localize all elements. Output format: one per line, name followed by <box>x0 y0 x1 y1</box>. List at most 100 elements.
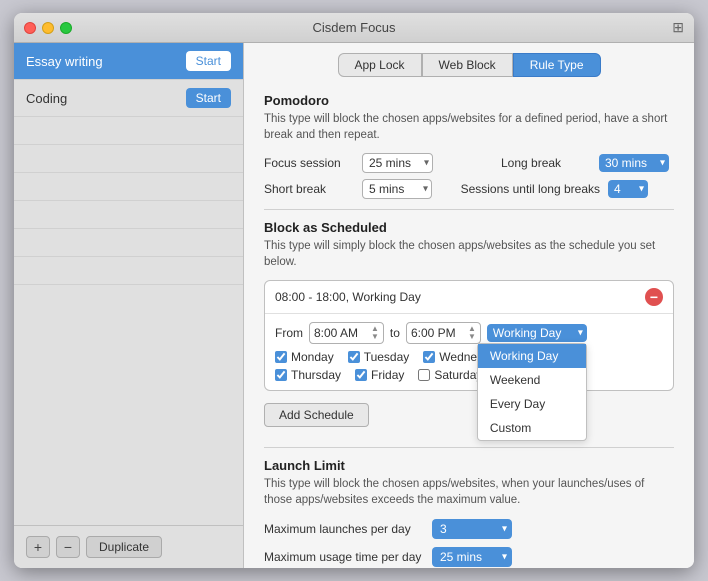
remove-schedule-button[interactable]: − <box>645 288 663 306</box>
saturday-checkbox[interactable] <box>418 369 430 381</box>
sidebar-spacer <box>14 285 243 525</box>
day-type-select-wrapper: Working Day Weekend Every Day Custom <box>487 324 587 342</box>
focus-session-select-wrapper: 25 mins <box>362 153 433 173</box>
day-type-dropdown: Working Day Weekend Every Day Custom <box>477 343 587 441</box>
max-launches-row: Maximum launches per day 3 <box>264 519 674 539</box>
thursday-label: Thursday <box>291 368 341 382</box>
sessions-select-wrapper: 4 <box>608 180 648 198</box>
long-break-label: Long break <box>501 156 591 170</box>
launch-limit-title: Launch Limit <box>264 458 674 473</box>
thursday-checkbox[interactable] <box>275 369 287 381</box>
tab-rule-type[interactable]: Rule Type <box>513 53 601 77</box>
remove-item-button[interactable]: − <box>56 536 80 558</box>
pomodoro-desc: This type will block the chosen apps/web… <box>264 111 674 143</box>
tab-web-block[interactable]: Web Block <box>422 53 513 77</box>
days-row-2: Thursday Friday Saturday <box>275 368 663 382</box>
schedule-block: 08:00 - 18:00, Working Day − From ▲ ▼ <box>264 280 674 391</box>
divider-2 <box>264 447 674 448</box>
right-panel: App Lock Web Block Rule Type Pomodoro Th… <box>244 43 694 568</box>
launch-limit-desc: This type will block the chosen apps/web… <box>264 476 674 508</box>
from-time-down-arrow[interactable]: ▼ <box>371 333 379 341</box>
day-type-dropdown-container: Working Day Weekend Every Day Custom Wor… <box>487 324 587 342</box>
long-break-select[interactable]: 30 mins <box>599 154 669 172</box>
tuesday-checkbox[interactable] <box>348 351 360 363</box>
max-usage-label: Maximum usage time per day <box>264 550 424 564</box>
from-time-wrapper: ▲ ▼ <box>309 322 384 344</box>
to-time-down-arrow[interactable]: ▼ <box>468 333 476 341</box>
short-break-row: Short break 5 mins Sessions until long b… <box>264 179 674 199</box>
day-thursday[interactable]: Thursday <box>275 368 341 382</box>
max-usage-select[interactable]: 25 mins <box>432 547 512 567</box>
to-time-arrows: ▲ ▼ <box>468 325 476 341</box>
from-label: From <box>275 326 303 340</box>
titlebar: Cisdem Focus ⊞ <box>14 13 694 43</box>
sidebar-empty-3 <box>14 173 243 201</box>
long-break-select-wrapper: 30 mins <box>599 154 669 172</box>
sidebar-item-essay[interactable]: Essay writing Start <box>14 43 243 80</box>
sidebar-item-coding[interactable]: Coding Start <box>14 80 243 117</box>
focus-session-label: Focus session <box>264 156 354 170</box>
sidebar-empty-1 <box>14 117 243 145</box>
sidebar: Essay writing Start Coding Start + − Dup… <box>14 43 244 568</box>
sessions-select[interactable]: 4 <box>608 180 648 198</box>
monday-label: Monday <box>291 350 334 364</box>
saturday-label: Saturday <box>434 368 482 382</box>
pomodoro-title: Pomodoro <box>264 93 674 108</box>
max-launches-select[interactable]: 3 <box>432 519 512 539</box>
sidebar-bottom: + − Duplicate <box>14 525 243 568</box>
tuesday-label: Tuesday <box>364 350 410 364</box>
sessions-label: Sessions until long breaks <box>460 182 600 196</box>
short-break-label: Short break <box>264 182 354 196</box>
add-item-button[interactable]: + <box>26 536 50 558</box>
dropdown-option-every-day[interactable]: Every Day <box>478 392 586 416</box>
main-content: Essay writing Start Coding Start + − Dup… <box>14 43 694 568</box>
dropdown-option-weekend[interactable]: Weekend <box>478 368 586 392</box>
monday-checkbox[interactable] <box>275 351 287 363</box>
sidebar-item-coding-label: Coding <box>26 91 67 106</box>
essay-start-button[interactable]: Start <box>186 51 231 71</box>
friday-checkbox[interactable] <box>355 369 367 381</box>
focus-session-select[interactable]: 25 mins <box>362 153 433 173</box>
to-time-input[interactable] <box>411 326 466 340</box>
window-controls <box>24 22 72 34</box>
max-launches-select-wrapper: 3 <box>432 519 512 539</box>
minimize-button[interactable] <box>42 22 54 34</box>
wednesday-checkbox[interactable] <box>423 351 435 363</box>
day-saturday[interactable]: Saturday <box>418 368 482 382</box>
close-button[interactable] <box>24 22 36 34</box>
coding-start-button[interactable]: Start <box>186 88 231 108</box>
to-time-wrapper: ▲ ▼ <box>406 322 481 344</box>
max-launches-label: Maximum launches per day <box>264 522 424 536</box>
sidebar-empty-2 <box>14 145 243 173</box>
day-monday[interactable]: Monday <box>275 350 334 364</box>
sidebar-item-essay-label: Essay writing <box>26 54 103 69</box>
tab-app-lock[interactable]: App Lock <box>338 53 422 77</box>
duplicate-button[interactable]: Duplicate <box>86 536 162 558</box>
dropdown-option-custom[interactable]: Custom <box>478 416 586 440</box>
block-scheduled-desc: This type will simply block the chosen a… <box>264 238 674 270</box>
divider-1 <box>264 209 674 210</box>
panel-content: Pomodoro This type will block the chosen… <box>244 85 694 568</box>
sidebar-empty-4 <box>14 201 243 229</box>
maximize-button[interactable] <box>60 22 72 34</box>
dropdown-option-working-day[interactable]: Working Day <box>478 344 586 368</box>
schedule-body: From ▲ ▼ to <box>265 314 673 390</box>
to-label: to <box>390 326 400 340</box>
max-usage-select-wrapper: 25 mins <box>432 547 512 567</box>
max-usage-row: Maximum usage time per day 25 mins <box>264 547 674 567</box>
focus-session-row: Focus session 25 mins Long break 30 mins <box>264 153 674 173</box>
friday-label: Friday <box>371 368 404 382</box>
sidebar-empty-5 <box>14 229 243 257</box>
short-break-select[interactable]: 5 mins <box>362 179 432 199</box>
add-schedule-button[interactable]: Add Schedule <box>264 403 369 427</box>
sidebar-empty-6 <box>14 257 243 285</box>
grid-icon: ⊞ <box>672 19 684 36</box>
day-tuesday[interactable]: Tuesday <box>348 350 410 364</box>
day-friday[interactable]: Friday <box>355 368 404 382</box>
from-time-input[interactable] <box>314 326 369 340</box>
schedule-header-label: 08:00 - 18:00, Working Day <box>275 290 645 304</box>
short-break-select-wrapper: 5 mins <box>362 179 432 199</box>
schedule-header: 08:00 - 18:00, Working Day − <box>265 281 673 314</box>
block-scheduled-title: Block as Scheduled <box>264 220 674 235</box>
day-type-select[interactable]: Working Day Weekend Every Day Custom <box>487 324 587 342</box>
